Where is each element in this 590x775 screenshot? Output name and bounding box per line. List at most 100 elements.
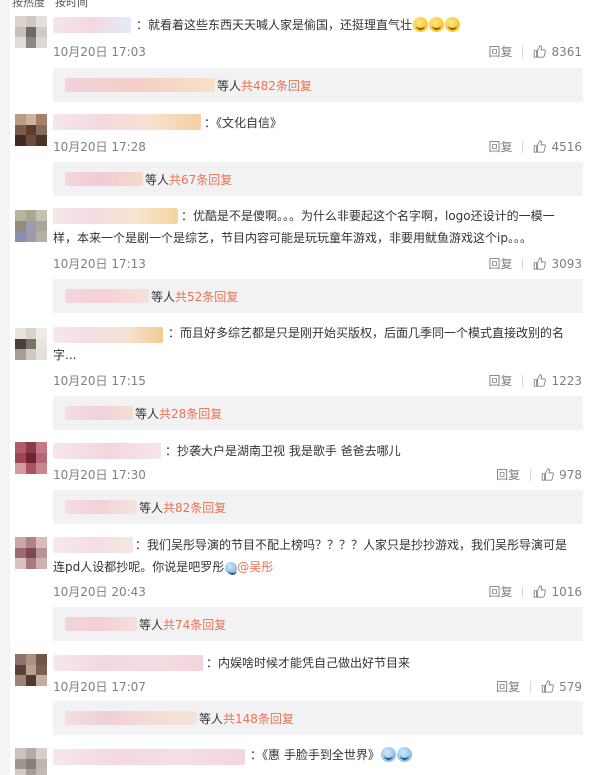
reply-summary: 等人 共148条回复	[53, 701, 583, 735]
like-button[interactable]: 1016	[533, 585, 582, 599]
grin-icon	[413, 17, 429, 32]
thumbs-up-icon	[534, 140, 547, 153]
blurred-usernames	[65, 78, 215, 92]
view-replies-link[interactable]: 共148条回复	[223, 710, 294, 727]
comment-date: 10月20日 17:07	[53, 680, 146, 694]
thumbs-up-icon	[534, 257, 547, 270]
comment-actions: 回复 978	[496, 466, 582, 483]
thumbs-up-icon	[534, 45, 547, 58]
smile-icon	[225, 562, 238, 575]
divider	[522, 374, 524, 387]
comment-date: 10月20日 17:13	[53, 257, 146, 271]
comment-date: 10月20日 17:28	[53, 140, 146, 154]
blurred-usernames	[65, 617, 137, 631]
like-button[interactable]: 4516	[533, 140, 582, 154]
emoji-icon	[396, 747, 412, 762]
comment-text: ：而且好多综艺都是只是刚开始买版权，后面几季同一个模式直接改别的名字...	[53, 326, 565, 362]
sort-bar: 按热度 按时间	[12, 0, 88, 9]
comment-actions: 回复 579	[496, 678, 582, 695]
blurred-username[interactable]	[53, 114, 201, 130]
view-replies-link[interactable]: 共74条回复	[163, 616, 226, 633]
comment-text: ：我们吴彤导演的节目不配上榜吗？？？？人家只是抄抄游戏，我们吴彤导演可是连pd人…	[53, 538, 568, 575]
mention-link[interactable]: @吴彤	[237, 560, 273, 574]
sort-by-hot[interactable]: 按热度	[12, 0, 45, 9]
blurred-usernames	[65, 406, 133, 420]
divider	[522, 45, 524, 58]
like-count: 8361	[551, 44, 582, 59]
comment-actions: 回复 4516	[488, 138, 582, 155]
like-count: 978	[559, 467, 582, 482]
like-count: 1016	[551, 584, 582, 599]
comment-text: ：《文化自信》	[204, 116, 283, 130]
comment-text: ：内娱啥时候才能凭自己做出好节目来	[206, 656, 411, 670]
view-replies-link[interactable]: 共82条回复	[163, 499, 226, 516]
blurred-username[interactable]	[53, 749, 245, 765]
comment-actions: 回复 8361	[488, 43, 582, 60]
blurred-usernames	[65, 711, 197, 725]
thumbs-up-icon	[534, 585, 547, 598]
avatar[interactable]	[15, 537, 47, 569]
emoji-icon	[380, 747, 396, 762]
like-count: 4516	[551, 139, 582, 154]
reply-summary: 等人 共52条回复	[53, 279, 583, 313]
like-button[interactable]: 8361	[533, 45, 582, 59]
reply-button[interactable]: 回复	[488, 138, 512, 155]
divider	[522, 585, 524, 598]
divider	[522, 140, 524, 153]
reply-summary: 等人 共82条回复	[53, 490, 583, 524]
view-replies-link[interactable]: 共52条回复	[175, 288, 238, 305]
divider	[530, 680, 532, 693]
reply-button[interactable]: 回复	[488, 583, 512, 600]
avatar[interactable]	[15, 328, 47, 360]
thumbs-up-icon	[534, 374, 547, 387]
blurred-usernames	[65, 172, 143, 186]
comment-actions: 回复 3093	[488, 255, 582, 272]
view-replies-link[interactable]: 共67条回复	[169, 171, 232, 188]
view-replies-link[interactable]: 共28条回复	[159, 405, 222, 422]
comment-list: 按热度 按时间 ：就看着这些东西天天喊人家是偷国，还挺理直气壮 10月20日 1…	[0, 0, 590, 775]
blurred-usernames	[65, 289, 149, 303]
like-button[interactable]: 1223	[533, 374, 582, 388]
reply-button[interactable]: 回复	[496, 678, 520, 695]
reply-summary: 等人 共28条回复	[53, 396, 583, 430]
reply-summary: 等人 共74条回复	[53, 607, 583, 641]
comment-date: 10月20日 17:15	[53, 374, 146, 388]
like-button[interactable]: 978	[541, 468, 582, 482]
thumbs-up-icon	[541, 680, 554, 693]
comment-date: 10月20日 17:03	[53, 45, 146, 59]
avatar[interactable]	[15, 654, 47, 686]
blurred-usernames	[65, 500, 137, 514]
reply-button[interactable]: 回复	[488, 372, 512, 389]
sort-by-time[interactable]: 按时间	[55, 0, 88, 9]
grin-icon	[429, 17, 445, 32]
divider	[522, 257, 524, 270]
blurred-username[interactable]	[53, 17, 131, 33]
divider	[530, 468, 532, 481]
like-count: 579	[559, 679, 582, 694]
like-count: 1223	[551, 373, 582, 388]
like-button[interactable]: 3093	[533, 257, 582, 271]
avatar[interactable]	[15, 748, 47, 775]
blurred-username[interactable]	[53, 443, 161, 459]
reply-summary: 等人 共482条回复	[53, 68, 583, 102]
avatar[interactable]	[15, 442, 47, 474]
avatar[interactable]	[15, 210, 47, 242]
avatar[interactable]	[15, 114, 47, 146]
reply-button[interactable]: 回复	[496, 466, 520, 483]
thumbs-up-icon	[541, 468, 554, 481]
reply-button[interactable]: 回复	[488, 255, 512, 272]
comment-text: ：优酷是不是傻啊。。。为什么非要起这个名字啊，logo还设计的一模一样，本来一个…	[53, 209, 555, 245]
comment-actions: 回复 1016	[488, 583, 582, 600]
like-count: 3093	[551, 256, 582, 271]
reply-button[interactable]: 回复	[488, 43, 512, 60]
comment-actions: 回复 1223	[488, 372, 582, 389]
view-replies-link[interactable]: 共482条回复	[241, 77, 312, 94]
comment-date: 10月20日 20:43	[53, 585, 146, 599]
comment-text: ：抄袭大户是湖南卫视 我是歌手 爸爸去哪儿	[165, 444, 401, 458]
reply-summary: 等人 共67条回复	[53, 162, 583, 196]
like-button[interactable]: 579	[541, 680, 582, 694]
comment-text: ：《惠 手脸手到全世界》	[250, 744, 572, 766]
grin-icon	[445, 17, 461, 32]
avatar[interactable]	[15, 16, 47, 48]
blurred-username[interactable]	[53, 655, 203, 671]
